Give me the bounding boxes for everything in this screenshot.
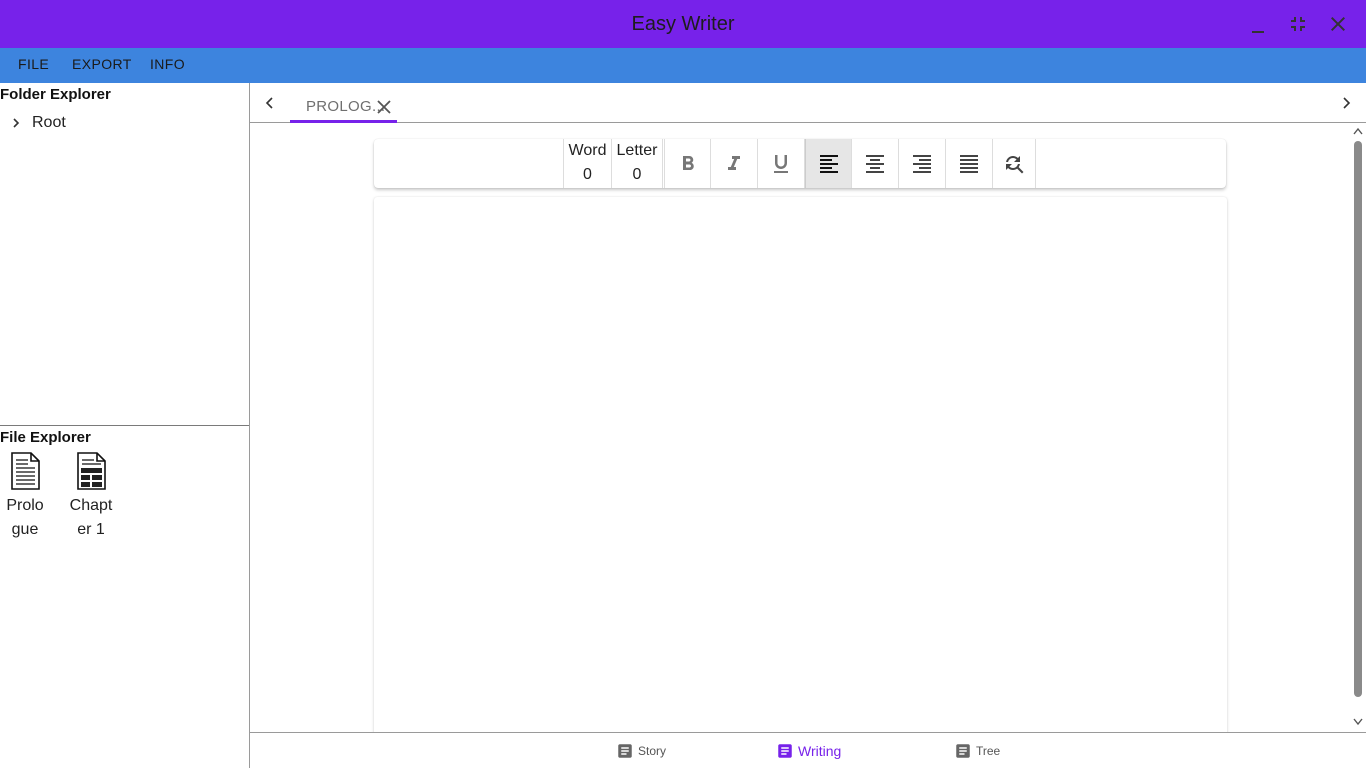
scroll-down-arrow-icon[interactable]: [1353, 718, 1363, 726]
text-document-icon: [11, 452, 40, 490]
article-icon: [778, 744, 792, 758]
menu-file[interactable]: FILE: [18, 48, 49, 83]
nav-story[interactable]: Story: [616, 741, 666, 761]
tree-item-root[interactable]: Root: [8, 111, 66, 135]
word-counter-value: 0: [583, 166, 592, 183]
editor-scrollbar[interactable]: [1350, 123, 1366, 732]
nav-writing[interactable]: Writing: [776, 741, 841, 761]
align-center-icon: [866, 154, 884, 173]
close-icon: [1331, 17, 1345, 31]
folder-explorer: Folder Explorer Root: [0, 83, 249, 426]
file-explorer-title: File Explorer: [0, 429, 91, 446]
underline-icon: [774, 154, 788, 173]
title-bar: Easy Writer: [0, 0, 1366, 48]
article-icon: [956, 744, 970, 758]
align-left-icon: [819, 154, 838, 173]
tab-prologue[interactable]: PROLOG...: [290, 83, 397, 123]
tab-scroll-left-button[interactable]: [260, 93, 280, 113]
italic-button[interactable]: [711, 139, 758, 188]
minimize-icon: [1252, 31, 1264, 33]
file-label: Prologue: [6, 497, 44, 538]
menu-export[interactable]: EXPORT: [72, 48, 132, 83]
article-icon: [618, 744, 632, 758]
align-right-button[interactable]: [899, 139, 946, 188]
fullscreen-exit-icon: [1291, 17, 1305, 31]
letter-counter: Letter 0: [611, 139, 663, 188]
chevron-right-icon: [1343, 97, 1351, 109]
word-counter-label: Word: [568, 142, 607, 159]
chevron-left-icon: [265, 97, 273, 109]
letter-counter-value: 0: [632, 166, 642, 183]
nav-label: Tree: [976, 744, 1001, 758]
writing-page[interactable]: [374, 197, 1227, 737]
minimize-button[interactable]: [1246, 12, 1270, 36]
tree-item-label: Root: [32, 114, 66, 131]
menu-bar: FILE EXPORT INFO: [0, 48, 1366, 83]
tab-scroll-right-button[interactable]: [1336, 93, 1356, 113]
italic-icon: [728, 155, 740, 170]
align-justify-icon: [960, 154, 978, 173]
file-label: Chapter 1: [69, 497, 113, 538]
align-justify-button[interactable]: [946, 139, 993, 188]
underline-button[interactable]: [758, 139, 805, 188]
tab-bar: PROLOG...: [250, 83, 1366, 123]
nav-label: Writing: [798, 743, 842, 759]
menu-info[interactable]: INFO: [150, 48, 185, 83]
align-right-icon: [913, 154, 931, 173]
scroll-up-arrow-icon[interactable]: [1353, 127, 1363, 135]
close-window-button[interactable]: [1326, 12, 1350, 36]
chapter-document-icon: [77, 452, 106, 490]
align-center-button[interactable]: [852, 139, 899, 188]
nav-label: Story: [638, 744, 667, 758]
nav-tree[interactable]: Tree: [954, 741, 1000, 761]
file-item-chapter-1[interactable]: Chapter 1: [66, 452, 116, 542]
bottom-navigation: Story Writing Tree: [250, 732, 1366, 768]
chevron-right-icon[interactable]: [8, 115, 24, 131]
find-replace-icon: [1006, 155, 1024, 173]
file-item-prologue[interactable]: Prologue: [0, 452, 50, 542]
tab-close-button[interactable]: [374, 97, 394, 117]
bold-icon: [682, 155, 694, 170]
editor-area: Word 0 Letter 0: [250, 123, 1350, 737]
formatting-toolbar: Word 0 Letter 0: [374, 139, 1226, 188]
folder-explorer-title: Folder Explorer: [0, 86, 111, 103]
letter-counter-label: Letter: [616, 142, 658, 159]
scrollbar-thumb[interactable]: [1354, 141, 1362, 697]
word-counter: Word 0: [563, 139, 611, 188]
sidebar: Folder Explorer Root File Explorer Prolo…: [0, 83, 250, 768]
align-left-button[interactable]: [805, 139, 852, 188]
close-icon: [377, 100, 391, 114]
app-title: Easy Writer: [631, 13, 735, 35]
find-replace-button[interactable]: [993, 139, 1036, 188]
restore-button[interactable]: [1286, 12, 1310, 36]
file-explorer: File Explorer Prologue Chapter 1: [0, 426, 249, 768]
bold-button[interactable]: [664, 139, 711, 188]
